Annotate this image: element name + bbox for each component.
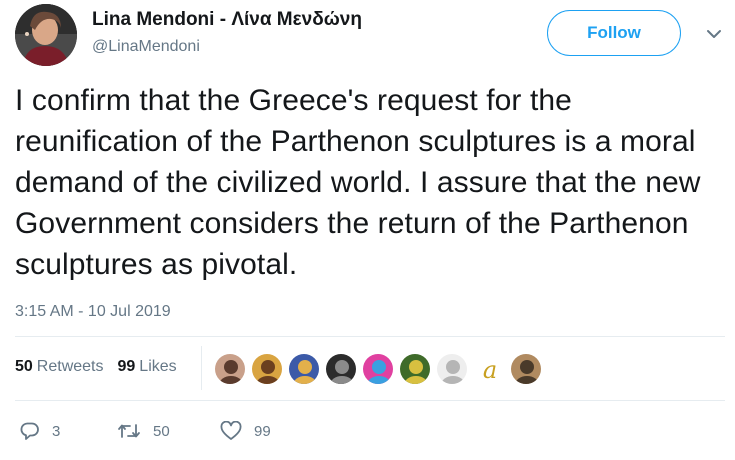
- liker-avatar-4[interactable]: [325, 353, 357, 385]
- author-handle[interactable]: @LinaMendoni: [92, 38, 200, 56]
- retweet-button[interactable]: 50: [117, 420, 170, 442]
- liker-letter: a: [483, 356, 497, 384]
- reply-icon: [20, 421, 40, 441]
- retweets-stat[interactable]: 50 Retweets: [15, 358, 104, 376]
- retweet-count: 50: [153, 422, 170, 440]
- retweet-icon: [117, 421, 141, 441]
- liker-avatar-2[interactable]: [251, 353, 283, 385]
- retweets-count: 50: [15, 358, 33, 375]
- like-count: 99: [254, 422, 271, 440]
- liker-avatar-6[interactable]: [399, 353, 431, 385]
- liker-avatar-8[interactable]: a: [473, 353, 505, 385]
- engagement-stats: 50 Retweets 99 Likes: [15, 358, 177, 376]
- follow-button[interactable]: Follow: [547, 10, 681, 56]
- tweet-timestamp[interactable]: 3:15 AM - 10 Jul 2019: [15, 303, 171, 321]
- divider: [15, 336, 725, 337]
- reply-button[interactable]: 3: [20, 420, 60, 442]
- author-name[interactable]: Lina Mendoni - Λίνα Μενδώνη: [92, 9, 362, 31]
- author-avatar[interactable]: [15, 4, 77, 66]
- heart-icon: [220, 421, 242, 441]
- like-button[interactable]: 99: [220, 420, 271, 442]
- divider: [15, 400, 725, 401]
- stats-separator: [201, 346, 202, 390]
- liker-avatar-5[interactable]: [362, 353, 394, 385]
- likes-stat[interactable]: 99 Likes: [118, 358, 177, 376]
- reply-count: 3: [52, 422, 61, 440]
- tweet-card: Lina Mendoni - Λίνα Μενδώνη @LinaMendoni…: [0, 0, 735, 460]
- likes-label: Likes: [139, 358, 177, 375]
- liker-avatar-7[interactable]: [436, 353, 468, 385]
- liker-avatar-9[interactable]: [510, 353, 542, 385]
- likes-count: 99: [117, 358, 136, 375]
- liker-avatar-3[interactable]: [288, 353, 320, 385]
- chevron-down-icon[interactable]: [704, 24, 724, 44]
- liker-avatar-1[interactable]: [214, 353, 246, 385]
- retweets-label: Retweets: [36, 358, 104, 375]
- tweet-text: I confirm that the Greece's request for …: [15, 84, 701, 281]
